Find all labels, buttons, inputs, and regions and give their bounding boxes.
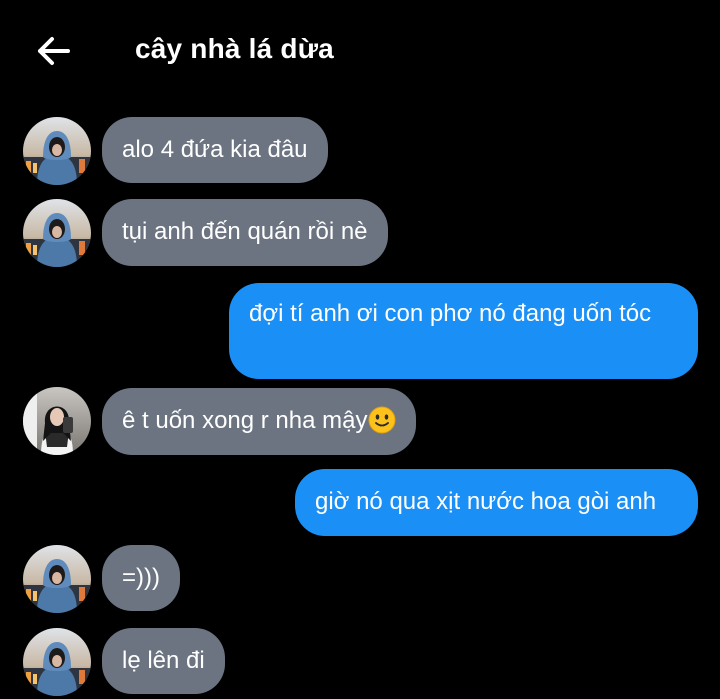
chat-title[interactable]: cây nhà lá dừa xyxy=(135,33,334,65)
message-row: alo 4 đứa kia đâu xyxy=(0,117,720,185)
message-bubble-incoming[interactable]: alo 4 đứa kia đâu xyxy=(102,117,328,183)
avatar[interactable] xyxy=(23,199,91,267)
message-row: ê t uốn xong r nha mậy xyxy=(0,387,720,455)
message-row: =))) xyxy=(0,545,720,613)
message-row: giờ nó qua xịt nước hoa gòi anh xyxy=(0,469,720,537)
arrow-left-icon xyxy=(38,37,70,65)
avatar[interactable] xyxy=(23,545,91,613)
message-bubble-incoming[interactable]: =))) xyxy=(102,545,180,611)
message-bubble-incoming[interactable]: ê t uốn xong r nha mậy xyxy=(102,388,417,455)
message-bubble-incoming[interactable]: tụi anh đến quán rồi nè xyxy=(102,199,388,266)
message-row: lẹ lên đi xyxy=(0,628,720,696)
chat-header: cây nhà lá dừa xyxy=(0,0,720,100)
message-row: tụi anh đến quán rồi nè xyxy=(0,199,720,267)
avatar[interactable] xyxy=(23,117,91,185)
message-bubble-outgoing[interactable]: đợi tí anh ơi con phơ nó đang uốn tóc xyxy=(229,283,698,379)
avatar[interactable] xyxy=(23,387,91,455)
message-text: ê t uốn xong r nha mậy xyxy=(122,407,368,434)
back-button[interactable] xyxy=(30,28,76,74)
message-bubble-incoming[interactable]: lẹ lên đi xyxy=(102,628,225,694)
message-row: đợi tí anh ơi con phơ nó đang uốn tóc xyxy=(0,283,720,379)
slightly-smiling-face-icon xyxy=(368,406,396,434)
message-bubble-outgoing[interactable]: giờ nó qua xịt nước hoa gòi anh xyxy=(295,469,698,536)
avatar[interactable] xyxy=(23,628,91,696)
